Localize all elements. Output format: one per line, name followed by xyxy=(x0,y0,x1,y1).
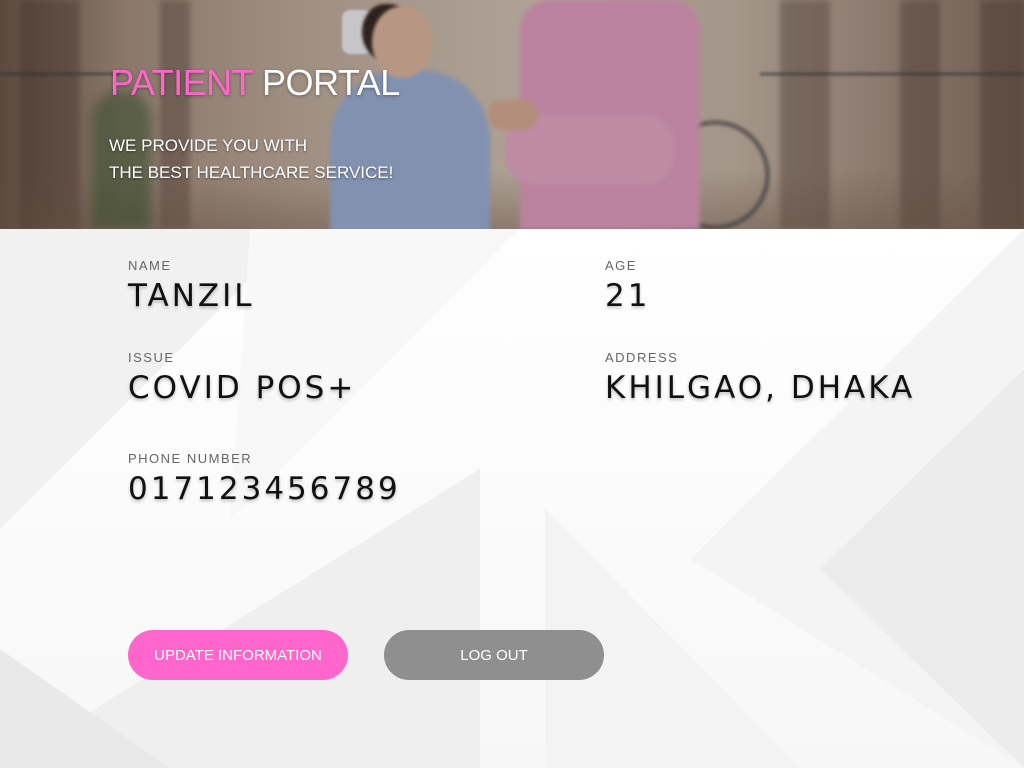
issue-value: COVID POS+ xyxy=(128,370,357,406)
name-field: NAME TANZIL xyxy=(128,258,255,314)
address-label: ADDRESS xyxy=(605,350,679,365)
tagline-line-2: THE BEST HEALTHCARE SERVICE! xyxy=(109,163,394,182)
issue-label: ISSUE xyxy=(128,350,175,365)
patient-info-panel: NAME TANZIL AGE 21 ISSUE COVID POS+ ADDR… xyxy=(0,229,1024,768)
phone-field: PHONE NUMBER 017123456789 xyxy=(128,451,401,507)
update-information-button[interactable]: UPDATE INFORMATION xyxy=(128,630,348,680)
hero-photo-overlay xyxy=(0,0,1024,229)
page-title-rest: PORTAL xyxy=(262,62,400,103)
name-value: TANZIL xyxy=(128,278,255,314)
log-out-button[interactable]: LOG OUT xyxy=(384,630,604,680)
issue-field: ISSUE COVID POS+ xyxy=(128,350,356,406)
page-title-accent: PATIENT xyxy=(110,62,253,103)
page-title: PATIENT PORTAL xyxy=(110,62,400,104)
hero-banner: PATIENT PORTAL WE PROVIDE YOU WITH THE B… xyxy=(0,0,1024,229)
tagline-line-1: WE PROVIDE YOU WITH xyxy=(109,136,308,155)
phone-label: PHONE NUMBER xyxy=(128,451,253,466)
name-label: NAME xyxy=(128,258,172,273)
age-value: 21 xyxy=(605,278,651,314)
age-label: AGE xyxy=(605,258,637,273)
address-field: ADDRESS KHILGAO, DHAKA xyxy=(605,350,915,406)
tagline: WE PROVIDE YOU WITH THE BEST HEALTHCARE … xyxy=(109,132,393,186)
phone-value: 017123456789 xyxy=(128,471,401,507)
address-value: KHILGAO, DHAKA xyxy=(605,370,916,406)
age-field: AGE 21 xyxy=(605,258,650,314)
